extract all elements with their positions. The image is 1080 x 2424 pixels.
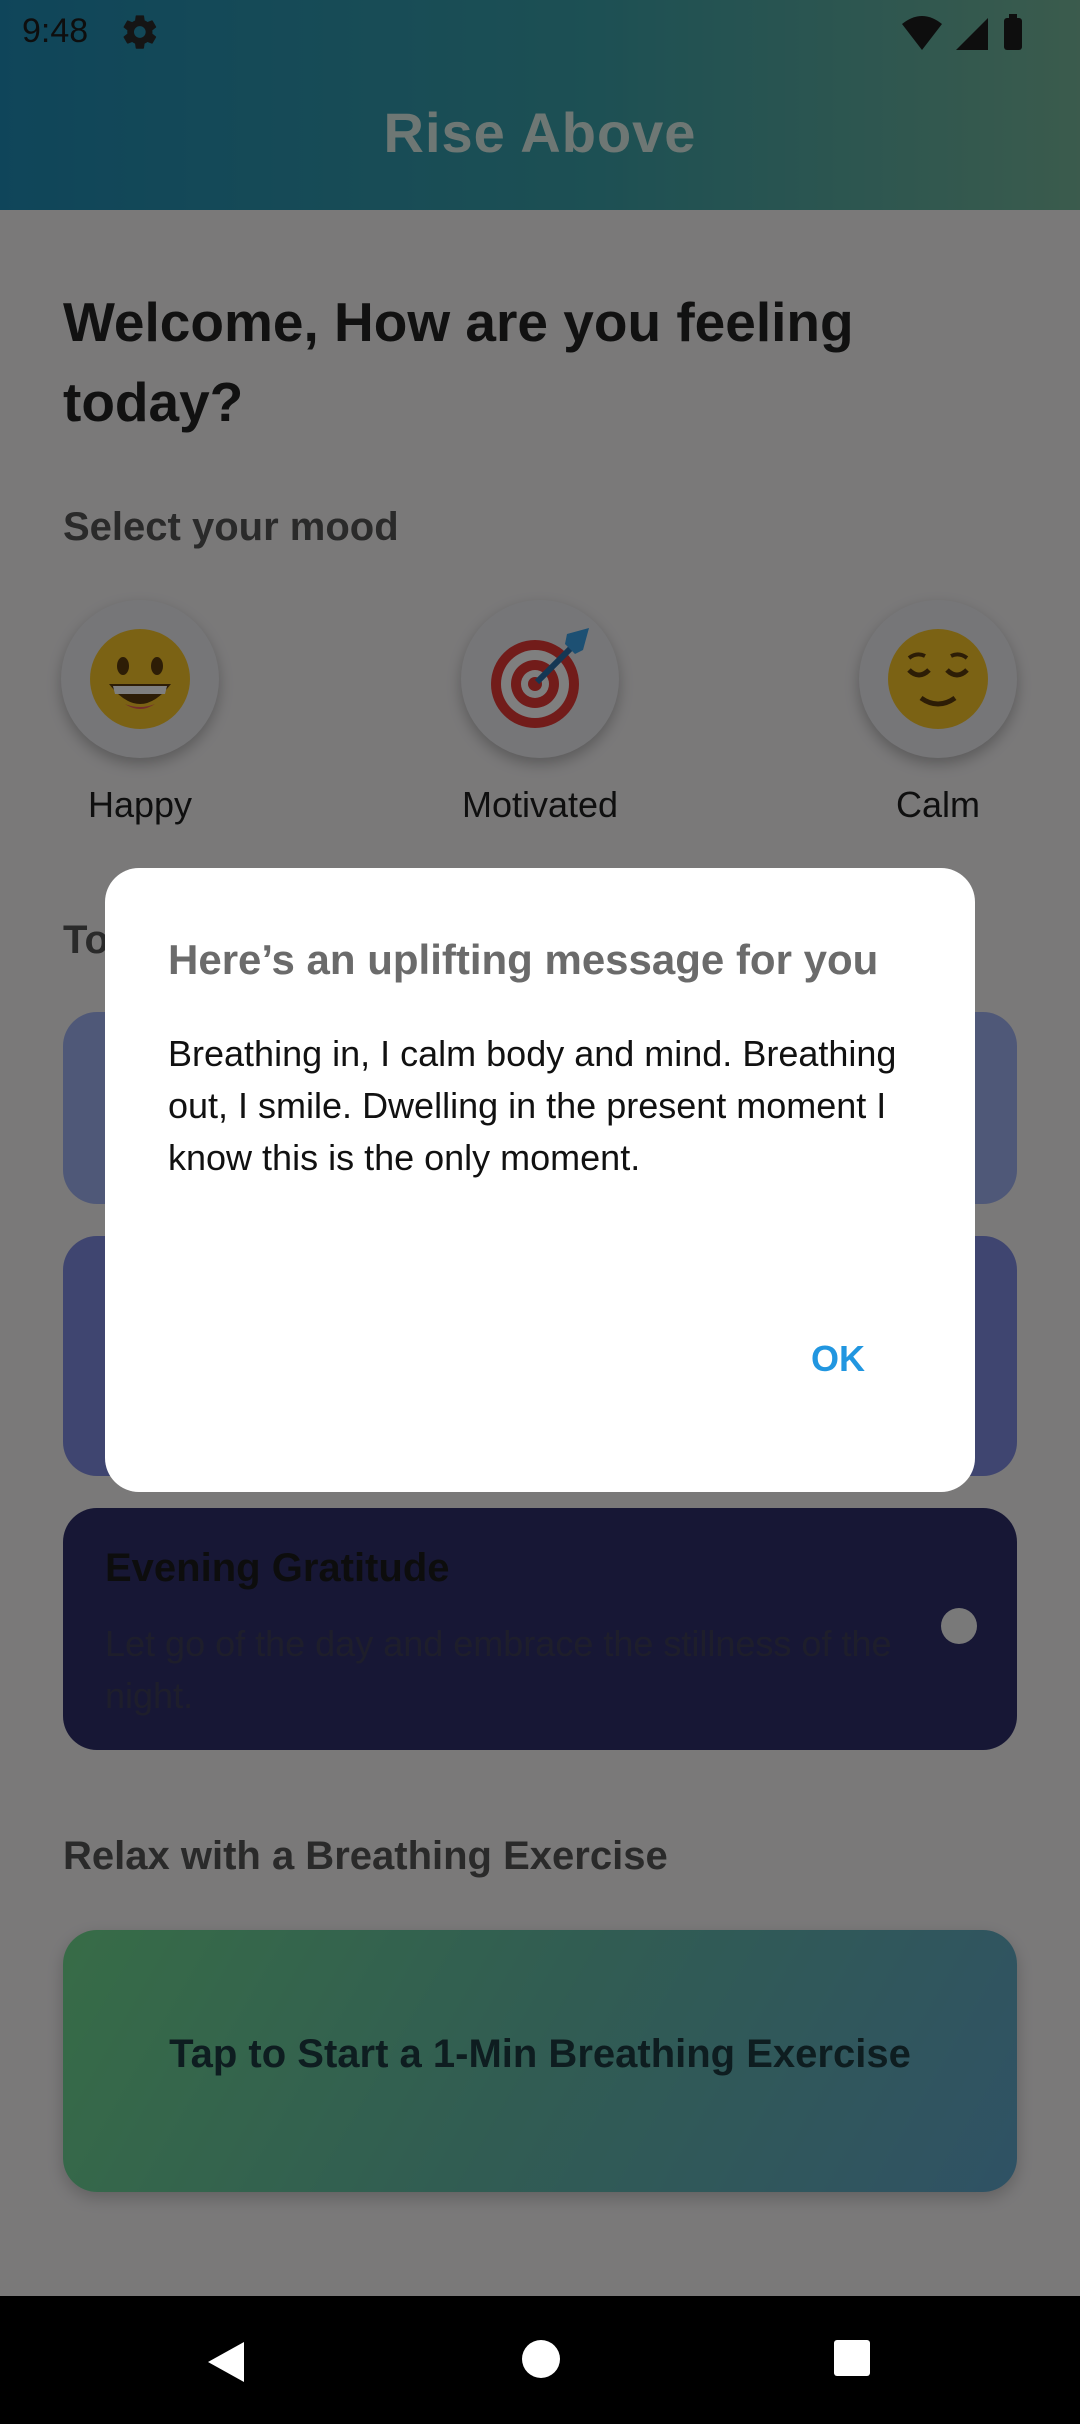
dialog-message: Breathing in, I calm body and mind. Brea…: [168, 1033, 897, 1178]
home-icon[interactable]: [520, 2338, 562, 2380]
recents-icon[interactable]: [832, 2338, 872, 2378]
back-icon[interactable]: [204, 2338, 248, 2386]
screen: 9:48 Rise Above Welcome, How are you fee…: [0, 0, 1080, 2424]
system-nav-bar: [0, 2296, 1080, 2424]
dialog-title: Here’s an uplifting message for you: [168, 936, 879, 983]
uplifting-message-dialog: Here’s an uplifting message for you Brea…: [105, 868, 975, 1492]
ok-button[interactable]: OK: [811, 1338, 865, 1380]
